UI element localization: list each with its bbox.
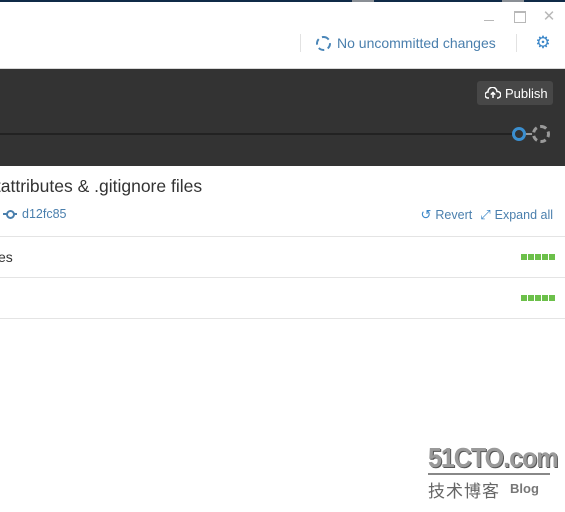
divider [516, 34, 517, 52]
uncommitted-status[interactable]: No uncommitted changes [316, 34, 496, 52]
commit-title: itattributes & .gitignore files [0, 176, 203, 196]
revert-label: Revert [435, 208, 473, 222]
uncommitted-node[interactable] [532, 125, 550, 143]
title-bar: ✕ No uncommitted changes ⚙ [0, 2, 565, 68]
addition-block [521, 254, 527, 260]
close-button[interactable]: ✕ [542, 9, 556, 24]
addition-block [528, 295, 534, 301]
file-name: es [0, 249, 13, 265]
addition-block [521, 295, 527, 301]
addition-block [549, 295, 555, 301]
expand-icon: ⤢ [480, 207, 491, 222]
expand-all-button[interactable]: ⤢ Expand all [480, 207, 553, 223]
addition-block [542, 254, 548, 260]
minimize-button[interactable] [482, 10, 496, 24]
watermark-cn: 技术博客 [428, 482, 500, 502]
current-commit-node[interactable] [512, 127, 526, 141]
divider [300, 34, 301, 52]
addition-block [528, 254, 534, 260]
addition-block [535, 295, 541, 301]
history-timeline[interactable] [0, 133, 512, 135]
addition-block [542, 295, 548, 301]
publish-label: Publish [505, 85, 548, 101]
file-row[interactable]: es [0, 236, 565, 277]
cloud-upload-icon [485, 87, 501, 99]
commit-icon [3, 209, 17, 219]
status-text: No uncommitted changes [337, 35, 496, 51]
file-row[interactable] [0, 277, 565, 318]
history-toolbar: Publish [0, 68, 565, 166]
revert-icon: ↺ [420, 207, 432, 222]
publish-button[interactable]: Publish [477, 81, 553, 105]
diffstat [521, 254, 556, 260]
watermark-logo: 51CTO.com [428, 442, 558, 474]
maximize-button[interactable] [513, 10, 527, 24]
addition-block [535, 254, 541, 260]
revert-button[interactable]: ↺ Revert [420, 207, 472, 223]
sha-text: d12fc85 [22, 207, 67, 221]
commit-sha[interactable]: d12fc85 [3, 207, 66, 221]
expand-label: Expand all [494, 208, 553, 222]
addition-block [549, 254, 555, 260]
diffstat [521, 295, 556, 301]
watermark-blog: Blog [510, 481, 539, 496]
commit-actions: ↺ Revert ⤢ Expand all [412, 207, 553, 223]
dashed-circle-icon [316, 35, 331, 51]
gear-icon[interactable]: ⚙ [535, 34, 551, 51]
watermark: 51CTO.com 技术博客 Blog [428, 442, 558, 502]
divider [0, 318, 565, 319]
